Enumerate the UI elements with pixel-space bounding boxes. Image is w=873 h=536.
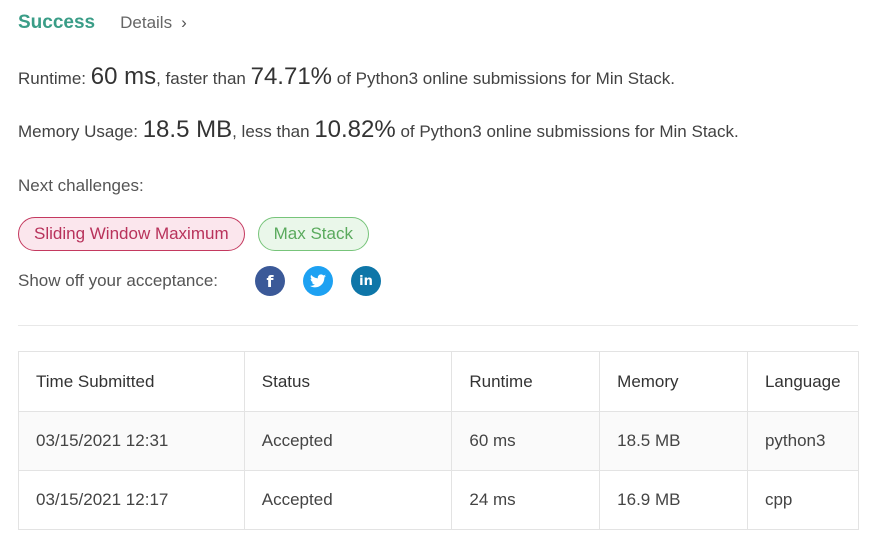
facebook-icon[interactable]: f	[255, 266, 285, 296]
cell-language: python3	[746, 411, 860, 471]
memory-label: Memory Usage:	[18, 122, 143, 141]
linkedin-icon[interactable]: in	[351, 266, 381, 296]
runtime-value: 60 ms	[90, 63, 157, 90]
cell-status-link[interactable]: Accepted	[243, 470, 453, 530]
cell-language: cpp	[746, 470, 860, 530]
divider	[18, 325, 858, 326]
memory-value: 18.5 MB	[142, 116, 233, 143]
col-header-status[interactable]: Status	[243, 351, 453, 412]
chevron-right-icon: ›	[181, 13, 187, 32]
cell-time: 03/15/2021 12:17	[18, 470, 245, 530]
memory-mid: , less than	[232, 122, 315, 141]
twitter-bird-icon	[310, 274, 326, 288]
details-label: Details	[120, 13, 173, 32]
twitter-icon[interactable]	[303, 266, 333, 296]
col-header-memory[interactable]: Memory	[599, 351, 748, 412]
table-row: 03/15/2021 12:31 Accepted 60 ms 18.5 MB …	[18, 411, 860, 471]
table-row: 03/15/2021 12:17 Accepted 24 ms 16.9 MB …	[18, 470, 860, 530]
cell-memory: 18.5 MB	[599, 411, 748, 471]
status-success: Success	[18, 12, 96, 33]
challenge-pill-max-stack[interactable]: Max Stack	[257, 217, 369, 251]
runtime-percent: 74.71%	[250, 63, 333, 90]
col-header-runtime[interactable]: Runtime	[451, 351, 601, 412]
runtime-stat: Runtime: 60 ms, faster than 74.71% of Py…	[18, 63, 675, 91]
share-label: Show off your acceptance:	[18, 271, 219, 290]
cell-memory: 16.9 MB	[599, 470, 748, 530]
col-header-time[interactable]: Time Submitted	[18, 351, 245, 412]
next-challenges-list: Sliding Window Maximum Max Stack	[18, 217, 382, 251]
result-header: Success Details ›	[18, 12, 187, 34]
runtime-label: Runtime:	[18, 69, 91, 88]
memory-suffix: of Python3 online submissions for Min St…	[395, 122, 739, 141]
memory-percent: 10.82%	[314, 116, 396, 143]
runtime-mid: , faster than	[156, 69, 251, 88]
memory-stat: Memory Usage: 18.5 MB, less than 10.82% …	[18, 116, 739, 144]
cell-status-link[interactable]: Accepted	[243, 411, 453, 471]
col-header-language[interactable]: Language	[746, 351, 860, 412]
challenge-pill-sliding-window-maximum[interactable]: Sliding Window Maximum	[18, 217, 245, 251]
cell-time: 03/15/2021 12:31	[18, 411, 245, 471]
cell-runtime: 24 ms	[451, 470, 601, 530]
details-link[interactable]: Details ›	[120, 13, 187, 33]
table-header-row: Time Submitted Status Runtime Memory Lan…	[18, 351, 860, 412]
next-challenges-label: Next challenges:	[18, 176, 144, 195]
runtime-suffix: of Python3 online submissions for Min St…	[332, 69, 676, 88]
cell-runtime: 60 ms	[451, 411, 601, 471]
submissions-table: Time Submitted Status Runtime Memory Lan…	[18, 351, 860, 530]
share-row: Show off your acceptance: f in	[18, 266, 399, 296]
